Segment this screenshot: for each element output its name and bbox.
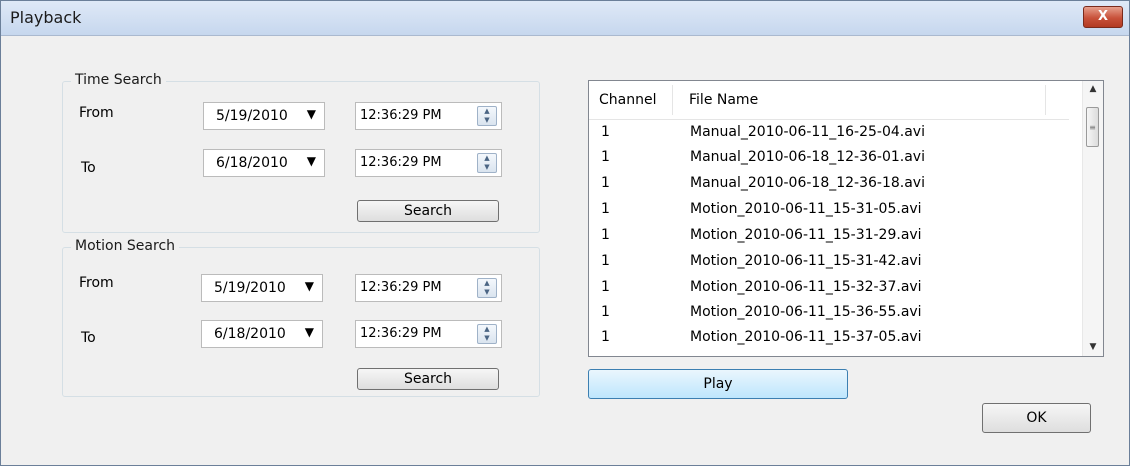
motion-to-spinner-icon[interactable]: ▲ ▼ (477, 324, 497, 344)
file-name-cell: Motion_2010-06-11_15-37-05.avi (690, 329, 922, 345)
motion-search-title: Motion Search (71, 238, 180, 254)
chevron-down-icon: ▼ (306, 107, 316, 121)
time-to-date-value: 6/18/2010 (216, 155, 288, 171)
file-name-cell: Motion_2010-06-11_15-31-29.avi (690, 227, 922, 243)
time-from-time-field[interactable]: 12:36:29 PM ▲ ▼ (355, 102, 502, 130)
file-name-cell: Motion_2010-06-11_15-32-37.avi (690, 279, 922, 295)
motion-from-date-picker[interactable]: 5/19/2010 ▼ (201, 274, 323, 302)
motion-search-button[interactable]: Search (357, 368, 499, 390)
motion-from-label: From (79, 275, 114, 291)
list-row[interactable]: 1 Manual_2010-06-18_12-36-18.avi (589, 173, 1069, 195)
channel-cell: 1 (601, 124, 610, 140)
time-search-group: Time Search From To 5/19/2010 ▼ 12:36:29… (62, 72, 540, 233)
motion-to-time-value: 12:36:29 PM (360, 326, 442, 341)
file-name-cell: Manual_2010-06-11_16-25-04.avi (690, 124, 925, 140)
time-from-date-picker[interactable]: 5/19/2010 ▼ (203, 102, 325, 130)
list-row[interactable]: 1 Manual_2010-06-18_12-36-01.avi (589, 147, 1069, 169)
scroll-thumb[interactable]: ≡ (1086, 107, 1099, 147)
motion-from-date-value: 5/19/2010 (214, 280, 286, 296)
time-to-time-value: 12:36:29 PM (360, 155, 442, 170)
close-button[interactable]: X (1083, 6, 1123, 28)
chevron-down-icon: ▼ (304, 279, 314, 293)
time-from-label: From (79, 105, 114, 121)
close-icon: X (1097, 9, 1109, 24)
channel-cell: 1 (601, 227, 610, 243)
time-to-label: To (81, 160, 96, 176)
channel-cell: 1 (601, 201, 610, 217)
window-title: Playback (10, 8, 82, 27)
file-list[interactable]: Channel File Name 1 Manual_2010-06-11_16-… (588, 80, 1104, 357)
scroll-down-icon[interactable]: ▼ (1083, 342, 1103, 352)
column-header-channel[interactable]: Channel (599, 92, 656, 108)
time-to-time-field[interactable]: 12:36:29 PM ▲ ▼ (355, 149, 502, 177)
file-name-cell: Motion_2010-06-11_15-31-05.avi (690, 201, 922, 217)
list-row[interactable]: 1 Motion_2010-06-11_15-37-05.avi (589, 327, 1069, 349)
channel-cell: 1 (601, 175, 610, 191)
time-to-date-picker[interactable]: 6/18/2010 ▼ (203, 149, 325, 177)
motion-from-spinner-icon[interactable]: ▲ ▼ (477, 278, 497, 298)
list-row[interactable]: 1 Motion_2010-06-11_15-31-29.avi (589, 225, 1069, 247)
channel-cell: 1 (601, 304, 610, 320)
file-name-cell: Motion_2010-06-11_15-36-55.avi (690, 304, 922, 320)
title-bar[interactable]: Playback X (1, 1, 1129, 36)
file-name-cell: Motion_2010-06-11_15-31-42.avi (690, 253, 922, 269)
playback-window: Playback X Time Search From To 5/19/2010… (0, 0, 1130, 466)
channel-cell: 1 (601, 329, 610, 345)
motion-to-time-field[interactable]: 12:36:29 PM ▲ ▼ (355, 320, 502, 348)
file-name-cell: Manual_2010-06-18_12-36-18.avi (690, 175, 925, 191)
list-header: Channel File Name (589, 81, 1069, 120)
scroll-up-icon[interactable]: ▲ (1083, 84, 1103, 94)
time-search-button[interactable]: Search (357, 200, 499, 222)
motion-search-group: Motion Search From To 5/19/2010 ▼ 12:36:… (62, 238, 540, 397)
list-row[interactable]: 1 Manual_2010-06-11_16-25-04.avi (589, 122, 1069, 144)
motion-from-time-value: 12:36:29 PM (360, 280, 442, 295)
chevron-down-icon: ▼ (306, 154, 316, 168)
channel-cell: 1 (601, 253, 610, 269)
time-to-spinner-icon[interactable]: ▲ ▼ (477, 153, 497, 173)
list-row[interactable]: 1 Motion_2010-06-11_15-31-42.avi (589, 251, 1069, 273)
column-divider[interactable] (672, 85, 673, 115)
time-search-title: Time Search (71, 72, 166, 88)
motion-to-date-value: 6/18/2010 (214, 326, 286, 342)
motion-to-label: To (81, 330, 96, 346)
channel-cell: 1 (601, 279, 610, 295)
column-header-file-name[interactable]: File Name (689, 92, 758, 108)
list-row[interactable]: 1 Motion_2010-06-11_15-31-05.avi (589, 199, 1069, 221)
column-divider[interactable] (1045, 85, 1046, 115)
file-name-cell: Manual_2010-06-18_12-36-01.avi (690, 149, 925, 165)
vertical-scrollbar[interactable]: ▲ ≡ ▼ (1082, 81, 1103, 356)
chevron-down-icon: ▼ (304, 325, 314, 339)
ok-button[interactable]: OK (982, 403, 1091, 433)
time-from-date-value: 5/19/2010 (216, 108, 288, 124)
time-from-spinner-icon[interactable]: ▲ ▼ (477, 106, 497, 126)
channel-cell: 1 (601, 149, 610, 165)
motion-from-time-field[interactable]: 12:36:29 PM ▲ ▼ (355, 274, 502, 302)
motion-to-date-picker[interactable]: 6/18/2010 ▼ (201, 320, 323, 348)
play-button[interactable]: Play (588, 369, 848, 399)
time-from-time-value: 12:36:29 PM (360, 108, 442, 123)
list-row[interactable]: 1 Motion_2010-06-11_15-32-37.avi (589, 277, 1069, 299)
list-row[interactable]: 1 Motion_2010-06-11_15-36-55.avi (589, 302, 1069, 324)
